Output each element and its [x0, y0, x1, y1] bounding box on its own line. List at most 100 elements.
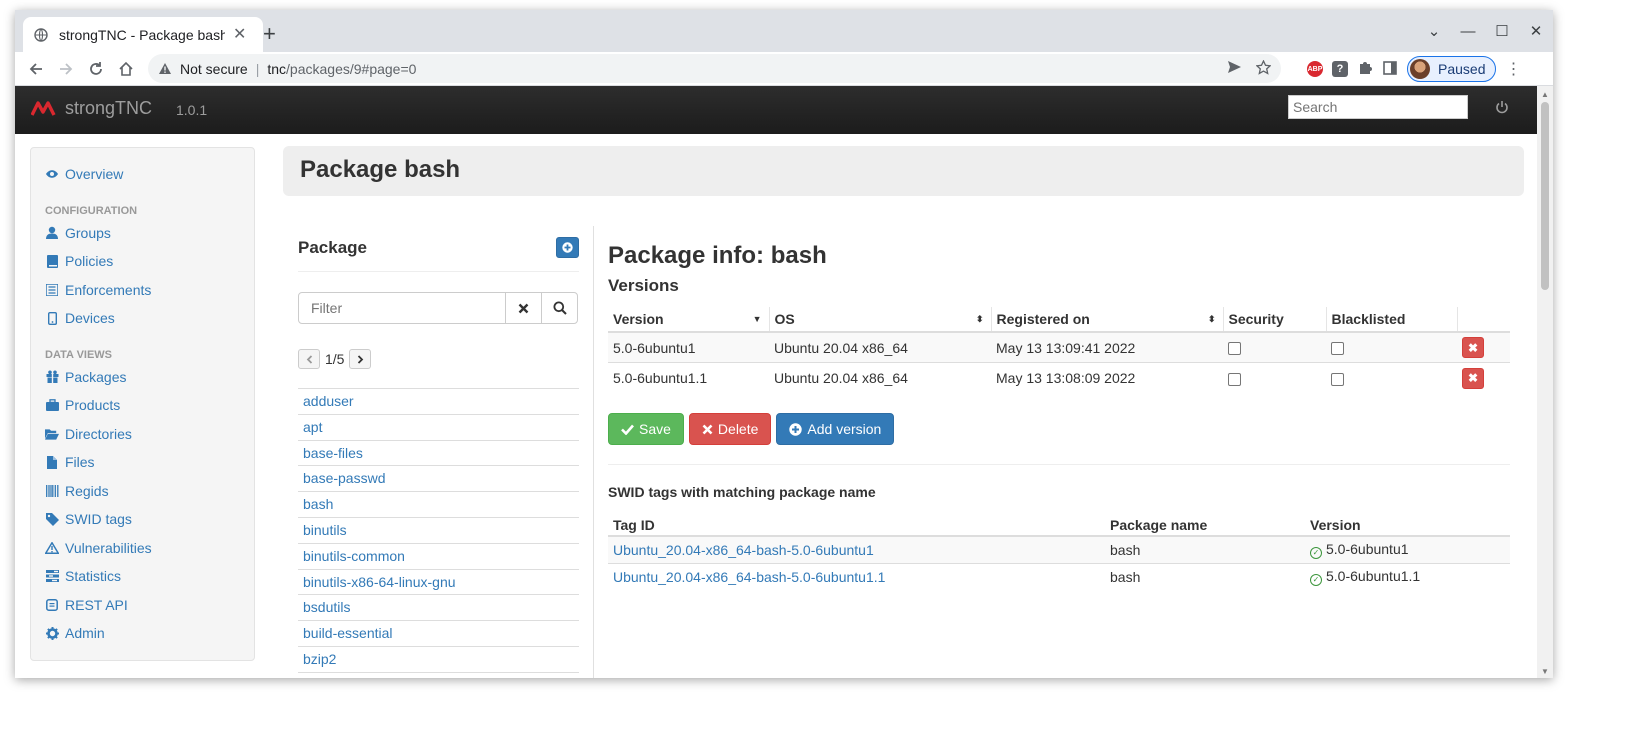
tab-strip: strongTNC - Package bash ✕ + ⌄ — ☐ ✕ [15, 10, 1553, 52]
url-path: /packages/9#page=0 [286, 60, 417, 77]
sidebar-item-vulnerabilities[interactable]: Vulnerabilities [31, 534, 254, 563]
sidebar-item-products[interactable]: Products [31, 391, 254, 420]
sidebar-item-directories[interactable]: Directories [31, 420, 254, 449]
send-icon[interactable] [1227, 60, 1242, 78]
minimize-button[interactable]: — [1451, 23, 1485, 40]
list-item[interactable]: binutils-x86-64-linux-gnu [298, 570, 579, 596]
browser-tab[interactable]: strongTNC - Package bash ✕ [23, 17, 263, 52]
sidebar-item-groups[interactable]: Groups [31, 219, 254, 248]
sidebar-item-swid-tags[interactable]: SWID tags [31, 505, 254, 534]
back-button[interactable] [21, 54, 51, 84]
delete-version-button[interactable]: ✖ [1462, 337, 1484, 358]
close-window-button[interactable]: ✕ [1519, 22, 1553, 40]
list-item[interactable]: apt [298, 415, 579, 441]
blacklisted-cell [1326, 362, 1457, 393]
column-header-package-name: Package name [1105, 514, 1305, 537]
save-button[interactable]: Save [608, 413, 684, 445]
delete-button[interactable]: Delete [688, 413, 772, 445]
column-header-blacklisted: Blacklisted [1326, 307, 1458, 333]
list-item[interactable]: bash [298, 492, 579, 518]
filter-input[interactable] [298, 292, 506, 324]
sidebar-item-policies[interactable]: Policies [31, 247, 254, 276]
eye-icon [45, 169, 59, 179]
close-tab-icon[interactable]: ✕ [233, 26, 246, 43]
vertical-scrollbar[interactable]: ▲ ▼ [1537, 86, 1553, 678]
new-tab-button[interactable]: + [263, 23, 276, 45]
add-version-button[interactable]: Add version [776, 413, 895, 445]
tag-id-cell: Ubuntu_20.04-x86_64-bash-5.0-6ubuntu1.1 [608, 562, 1105, 590]
brand[interactable]: strongTNC [31, 98, 152, 119]
delete-version-button[interactable]: ✖ [1462, 367, 1484, 389]
list-item[interactable]: base-passwd [298, 466, 579, 493]
column-header-version[interactable]: Version ▼ [608, 307, 770, 333]
table-row: 5.0-6ubuntu1.1 Ubuntu 20.04 x86_64 May 1… [608, 362, 1510, 393]
delete-label: Delete [717, 421, 759, 437]
next-page-button[interactable] [349, 349, 372, 369]
security-checkbox[interactable] [1228, 342, 1241, 356]
tab-search-icon[interactable]: ⌄ [1417, 22, 1451, 40]
sidebar-item-overview[interactable]: Overview [31, 160, 254, 189]
file-icon [45, 455, 59, 469]
column-header-label: OS [774, 311, 795, 327]
search-button[interactable] [541, 292, 578, 324]
reload-button[interactable] [81, 54, 111, 84]
list-item[interactable]: adduser [298, 389, 579, 415]
tag-id-link[interactable]: Ubuntu_20.04-x86_64-bash-5.0-6ubuntu1.1 [613, 569, 885, 585]
sidebar-item-files[interactable]: Files [31, 448, 254, 477]
home-button[interactable] [111, 54, 141, 84]
sidebar-item-rest-api[interactable]: REST API [31, 591, 254, 620]
swid-version-value: 5.0-6ubuntu1.1 [1326, 568, 1421, 584]
scroll-up-icon[interactable]: ▲ [1541, 90, 1549, 99]
top-navbar: strongTNC 1.0.1 [15, 86, 1537, 134]
sidebar-item-admin[interactable]: Admin [31, 619, 254, 648]
scroll-down-icon[interactable]: ▼ [1541, 667, 1549, 676]
profile-button[interactable]: Paused [1407, 56, 1497, 82]
maximize-button[interactable]: ☐ [1485, 22, 1519, 40]
blacklisted-checkbox[interactable] [1331, 372, 1344, 386]
sidebar-item-statistics[interactable]: Statistics [31, 562, 254, 591]
list-item[interactable]: base-files [298, 441, 579, 467]
folder-open-icon [45, 428, 59, 440]
warning-icon[interactable] [158, 62, 172, 75]
blacklisted-checkbox[interactable] [1331, 342, 1344, 356]
forward-button[interactable] [51, 54, 81, 84]
extension-help-icon[interactable]: ? [1332, 61, 1348, 77]
list-item[interactable]: build-essential [298, 621, 579, 647]
save-label: Save [639, 421, 671, 437]
sidebar-item-label: Statistics [65, 568, 122, 585]
side-panel-icon[interactable] [1382, 60, 1398, 79]
list-item[interactable]: binutils-common [298, 544, 579, 570]
power-icon[interactable] [1495, 100, 1509, 117]
tasks-icon [45, 570, 59, 583]
adblock-icon[interactable]: ABP [1307, 61, 1323, 77]
swid-version-cell: ✓ 5.0-6ubuntu1.1 [1305, 562, 1510, 590]
add-package-button[interactable] [556, 237, 579, 258]
address-bar[interactable]: Not secure | tnc/packages/9#page=0 [148, 54, 1281, 83]
os-cell: Ubuntu 20.04 x86_64 [769, 331, 991, 363]
menu-kebab-icon[interactable]: ⋮ [1505, 59, 1521, 79]
clear-filter-button[interactable] [505, 292, 542, 324]
table-row: Ubuntu_20.04-x86_64-bash-5.0-6ubuntu1.1 … [608, 562, 1510, 590]
list-item[interactable]: bsdutils [298, 595, 579, 622]
actions-cell: ✖ [1457, 331, 1510, 363]
list-item[interactable]: binutils [298, 518, 579, 544]
column-header-registered[interactable]: Registered on ⬍ [991, 307, 1224, 333]
sidebar-item-enforcements[interactable]: Enforcements [31, 276, 254, 305]
sidebar-item-regids[interactable]: Regids [31, 477, 254, 506]
prev-page-button[interactable] [298, 349, 320, 369]
puzzle-icon[interactable] [1357, 60, 1373, 79]
list-item[interactable]: bzip2 [298, 647, 579, 673]
bookmark-star-icon[interactable] [1255, 58, 1272, 78]
sidebar-item-label: Enforcements [65, 281, 152, 298]
app-version: 1.0.1 [176, 102, 208, 118]
sidebar-item-devices[interactable]: Devices [31, 304, 254, 333]
sidebar-item-label: Files [65, 454, 95, 471]
search-input[interactable] [1288, 95, 1468, 119]
cog-icon [45, 626, 59, 640]
tag-id-link[interactable]: Ubuntu_20.04-x86_64-bash-5.0-6ubuntu1 [613, 542, 874, 558]
security-checkbox[interactable] [1228, 372, 1241, 386]
swid-tags-table: Tag ID Package name Version Ubuntu_20.04… [608, 514, 1510, 590]
sidebar-item-packages[interactable]: Packages [31, 363, 254, 392]
scrollbar-thumb[interactable] [1541, 102, 1549, 290]
column-header-os[interactable]: OS ⬍ [769, 307, 992, 333]
